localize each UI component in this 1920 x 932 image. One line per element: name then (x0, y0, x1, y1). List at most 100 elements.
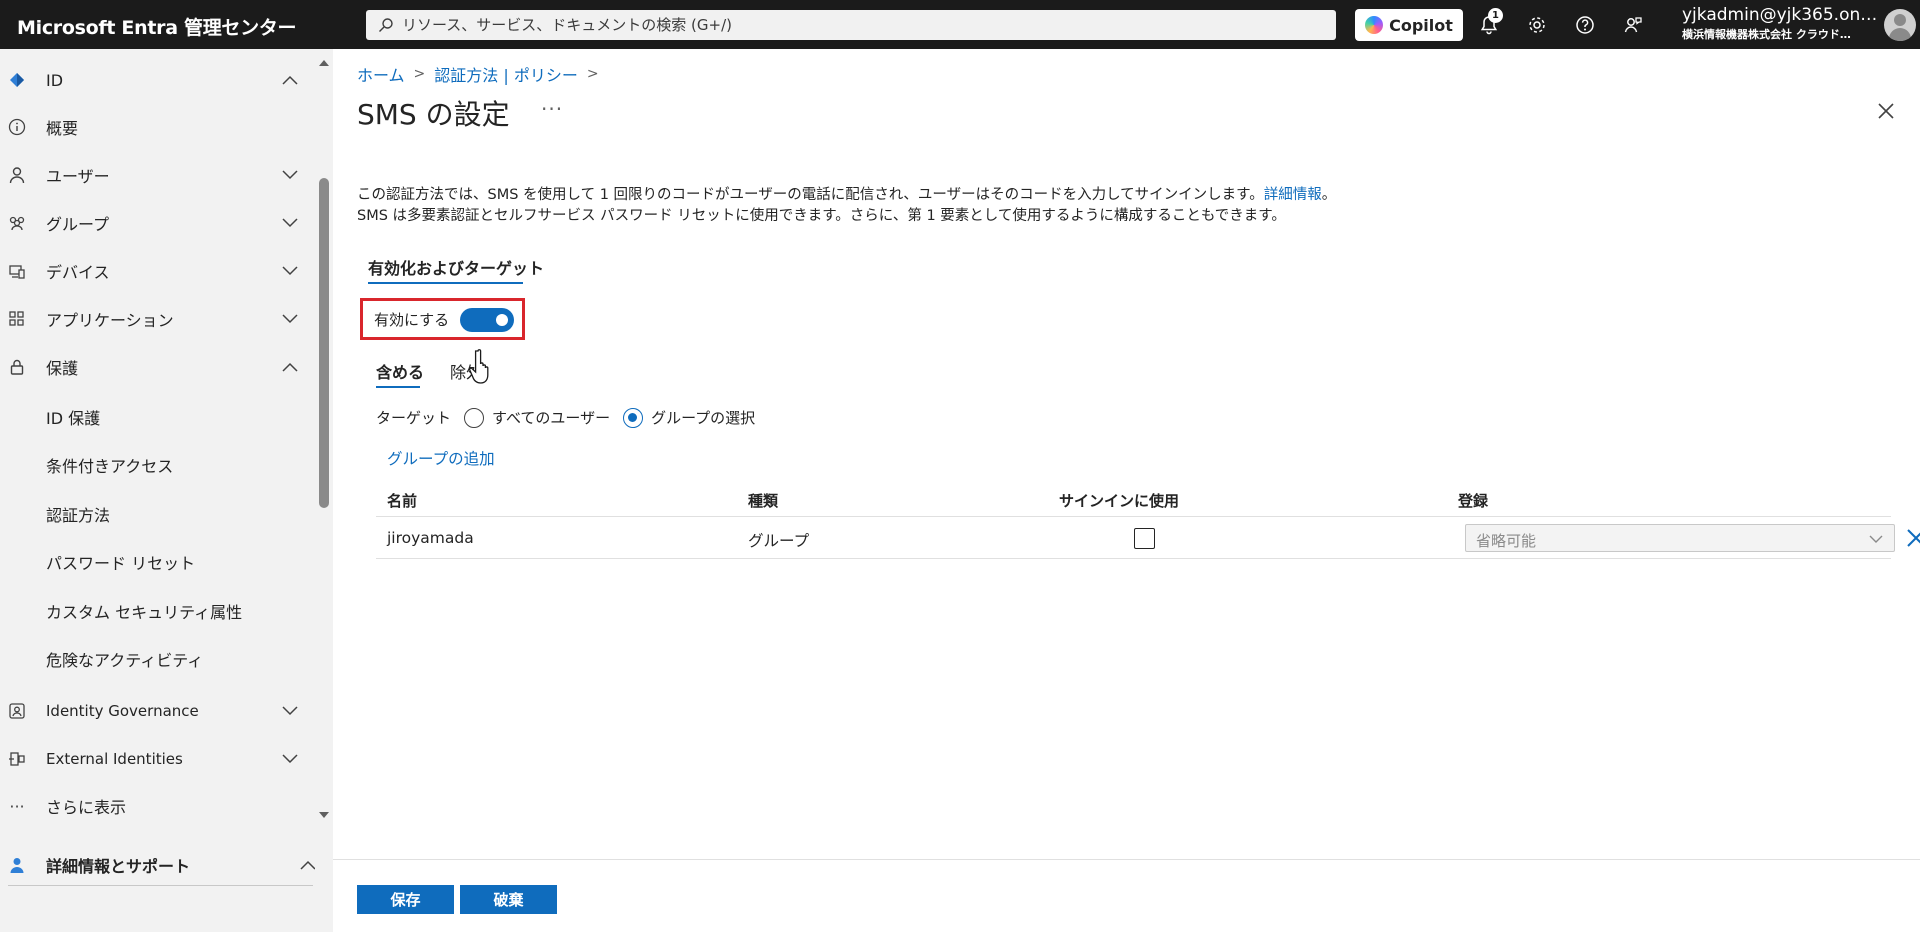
account-org: 横浜情報機器株式会社 クラウド… (1682, 28, 1851, 41)
sidebar-item-label: さらに表示 (46, 798, 127, 817)
enable-toggle[interactable] (460, 308, 514, 332)
radio-all-users[interactable] (464, 407, 485, 428)
lock-icon (7, 357, 27, 377)
chevron-up-icon[interactable] (280, 357, 300, 377)
sidebar-item-applications[interactable]: アプリケーション (0, 299, 315, 339)
feedback-button[interactable] (1620, 12, 1646, 38)
save-button[interactable]: 保存 (357, 885, 454, 914)
row-name: jiroyamada (387, 529, 474, 547)
sidebar-item-label: アプリケーション (46, 311, 174, 330)
hand-cursor-icon (469, 349, 489, 384)
discard-button[interactable]: 破棄 (460, 885, 557, 914)
sidebar-item-label: ID (46, 70, 64, 90)
sidebar-item-overview[interactable]: 概要 (0, 107, 315, 147)
sidebar-item-label: グループ (46, 215, 110, 234)
sidebar-item-label: 危険なアクティビティ (46, 651, 204, 670)
column-header-signin: サインインに使用 (1059, 492, 1180, 510)
sidebar-item-label: Identity Governance (46, 702, 199, 720)
person-icon (7, 165, 27, 185)
chevron-down-icon[interactable] (280, 213, 300, 233)
copilot-logo-icon (1365, 16, 1384, 34)
governance-icon (7, 701, 27, 721)
sidebar-item-label: 概要 (46, 119, 79, 138)
tab-include-indicator (376, 386, 420, 388)
sidebar-item-show-more[interactable]: ··· さらに表示 (0, 786, 315, 826)
chevron-down-icon[interactable] (280, 261, 300, 281)
sidebar-item-id-protection[interactable]: ID 保護 (0, 397, 315, 437)
sidebar-item-label: 保護 (46, 359, 79, 378)
sidebar-item-groups[interactable]: グループ (0, 203, 315, 243)
search-icon (379, 18, 393, 32)
close-icon[interactable] (1874, 99, 1898, 123)
sidebar-item-users[interactable]: ユーザー (0, 155, 315, 195)
chevron-down-icon[interactable] (280, 701, 300, 721)
tab-include[interactable]: 含める (376, 359, 424, 383)
scroll-down-icon[interactable] (318, 810, 330, 820)
enable-toggle-highlight: 有効にする (360, 298, 525, 340)
sidebar-item-protection[interactable]: 保護 (0, 347, 315, 387)
footer-divider (333, 859, 1920, 860)
apps-icon (7, 309, 27, 329)
tab-active-indicator (368, 282, 523, 284)
breadcrumb-auth-methods[interactable]: 認証方法 | ポリシー (434, 62, 578, 86)
people-icon (7, 213, 27, 233)
copilot-label: Copilot (1389, 15, 1453, 35)
sidebar-item-label: パスワード リセット (46, 554, 196, 573)
target-row: ターゲット すべてのユーザー グループの選択 (376, 407, 755, 428)
all-users-label[interactable]: すべてのユーザー (492, 407, 610, 428)
chevron-down-icon[interactable] (280, 165, 300, 185)
sidebar-item-label: 詳細情報とサポート (46, 857, 191, 876)
external-icon (7, 749, 27, 769)
enable-label: 有効にする (374, 310, 450, 329)
sidebar-item-password-reset[interactable]: パスワード リセット (0, 542, 315, 582)
delete-row-icon[interactable] (1905, 527, 1920, 549)
column-header-registration: 登録 (1458, 492, 1489, 510)
sidebar-item-custom-security-attributes[interactable]: カスタム セキュリティ属性 (0, 591, 315, 631)
table-row: jiroyamada グループ 省略可能 (376, 518, 1920, 559)
description-line2: SMS は多要素認証とセルフサービス パスワード リセットに使用できます。さらに… (357, 208, 1286, 224)
sidebar-item-id[interactable]: ID (0, 60, 315, 100)
radio-select-groups[interactable] (623, 407, 644, 428)
select-groups-label[interactable]: グループの選択 (651, 407, 755, 428)
sidebar-item-label: デバイス (46, 263, 110, 282)
table-header: 名前 種類 サインインに使用 登録 (376, 485, 1891, 517)
sidebar-item-risky-activities[interactable]: 危険なアクティビティ (0, 639, 315, 679)
sidebar-item-label: 認証方法 (46, 506, 111, 525)
notification-badge: 1 (1488, 8, 1503, 23)
sidebar-item-support[interactable]: 詳細情報とサポート (0, 845, 316, 885)
tab-enable-and-target[interactable]: 有効化およびターゲット (368, 255, 544, 279)
chevron-down-icon[interactable] (280, 749, 300, 769)
avatar[interactable] (1884, 9, 1916, 41)
description: この認証方法では、SMS を使用して 1 回限りのコードがユーザーの電話に配信さ… (357, 185, 1336, 227)
breadcrumb-home[interactable]: ホーム (357, 62, 405, 86)
feedback-icon (1624, 17, 1642, 33)
sidebar-item-conditional-access[interactable]: 条件付きアクセス (0, 445, 315, 485)
settings-button[interactable] (1524, 12, 1550, 38)
learn-more-link[interactable]: 詳細情報 (1264, 187, 1322, 203)
sidebar-item-label: カスタム セキュリティ属性 (46, 603, 243, 622)
search-input[interactable] (402, 16, 1302, 34)
add-group-link[interactable]: グループの追加 (387, 447, 495, 469)
breadcrumb: ホーム > 認証方法 | ポリシー > (357, 62, 608, 86)
account-info[interactable]: yjkadmin@yjk365.on… 横浜情報機器株式会社 クラウド… (1682, 5, 1880, 42)
registration-dropdown[interactable]: 省略可能 (1465, 524, 1895, 552)
more-options-button[interactable]: ··· (541, 97, 563, 121)
sidebar-item-external-identities[interactable]: External Identities (0, 739, 315, 779)
chevron-down-icon[interactable] (280, 309, 300, 329)
sidebar-item-label: ID 保護 (46, 409, 101, 428)
scroll-up-icon[interactable] (318, 58, 330, 68)
help-button[interactable] (1572, 12, 1598, 38)
scroll-thumb[interactable] (319, 178, 329, 508)
copilot-button[interactable]: Copilot (1355, 9, 1463, 41)
column-header-type: 種類 (748, 492, 779, 510)
sidebar-item-label: 条件付きアクセス (46, 457, 174, 476)
sidebar-item-devices[interactable]: デバイス (0, 251, 315, 291)
gear-icon (1529, 17, 1545, 33)
signin-checkbox[interactable] (1134, 528, 1155, 549)
sidebar-item-identity-governance[interactable]: Identity Governance (0, 691, 315, 731)
target-label: ターゲット (376, 409, 452, 427)
chevron-up-icon[interactable] (280, 70, 300, 90)
sidebar-item-auth-methods[interactable]: 認証方法 (0, 494, 315, 534)
app-title[interactable]: Microsoft Entra 管理センター (17, 13, 297, 40)
global-search[interactable] (366, 10, 1336, 40)
